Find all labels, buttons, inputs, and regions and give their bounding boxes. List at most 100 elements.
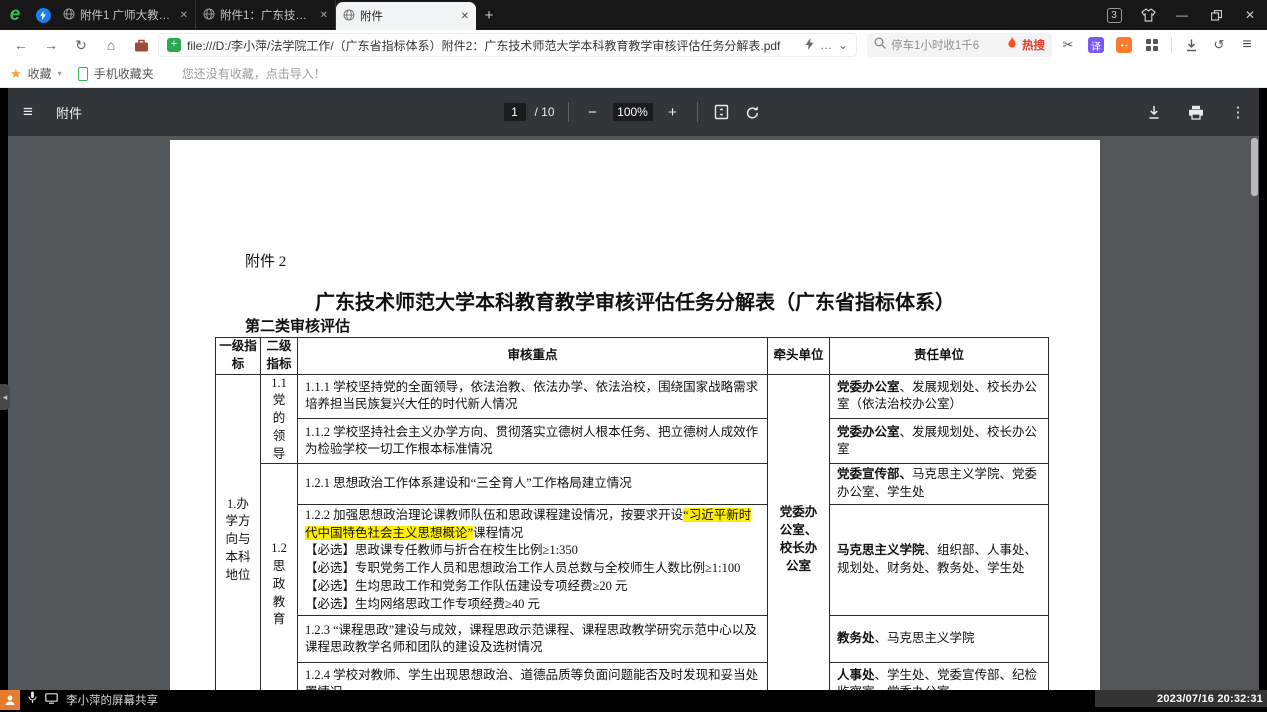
panel-collapse-arrow[interactable]: ◂ bbox=[0, 384, 10, 410]
fit-page-icon[interactable] bbox=[711, 101, 733, 123]
screen: e 附件1 广师大教【2019】168 ✕ 附件1：广东技术师范大学本科 ✕ 附… bbox=[0, 0, 1267, 712]
focus-cell: 1.1.2 学校坚持社会主义办学方向、贯彻落实立德树人根本任务、把立德树人成效作… bbox=[298, 419, 768, 464]
pdf-toolbar-right: ⋮ bbox=[1143, 88, 1267, 136]
right-black-strip bbox=[1259, 88, 1267, 690]
requirement-line: 【必选】专职党务工作人员和思想政治工作人员总数与全校师生人数比例≥1:100 bbox=[305, 560, 760, 578]
browser-logo-icon[interactable]: e bbox=[0, 0, 30, 30]
pdf-print-icon[interactable] bbox=[1185, 101, 1207, 123]
tab-attachment1-table[interactable]: 附件1：广东技术师范大学本科 ✕ bbox=[196, 0, 336, 30]
table-row: 1.2 思政教育 1.2.1 思想政治工作体系建设和“三全育人”工作格局建立情况… bbox=[216, 464, 1049, 505]
download-manager-icon[interactable] bbox=[1179, 33, 1203, 57]
url-field[interactable]: + file:///D:/李小萍/法学院工作/（广东省指标体系）附件2：广东技术… bbox=[158, 33, 857, 57]
home-icon[interactable]: ⌂ bbox=[98, 33, 124, 57]
tab-attachment-active[interactable]: 附件 ✕ bbox=[336, 2, 476, 30]
pdf-sidebar-menu-icon[interactable]: ≡ bbox=[0, 102, 56, 122]
rotate-icon[interactable] bbox=[742, 101, 764, 123]
globe-favicon-icon bbox=[63, 8, 75, 23]
hot-search-label[interactable]: 热搜 bbox=[1022, 37, 1045, 53]
level1-indicator-cell: 1.办学方向与本科地位 bbox=[216, 374, 261, 690]
responsible-cell: 党委宣传部、马克思主义学院、党委办公室、学生处 bbox=[830, 464, 1049, 505]
reload-icon[interactable]: ↻ bbox=[68, 33, 94, 57]
focus-cell: 1.1.1 学校坚持党的全面领导，依法治教、依法办学、依法治校，围绕国家战略需求… bbox=[298, 374, 768, 419]
search-box[interactable]: 停车1小时收1千6 热搜 bbox=[867, 33, 1052, 57]
lead-unit-cell: 党委办公室、校长办公室 bbox=[768, 374, 830, 690]
url-dropdown-icon[interactable]: ⌄ bbox=[838, 38, 848, 52]
audit-task-table: 一级指标 二级指标 审核重点 牵头单位 责任单位 1.办学方向与本科地位 1.1… bbox=[215, 337, 1049, 690]
favorites-star-icon[interactable]: ★ bbox=[10, 66, 22, 82]
responsible-cell: 党委办公室、发展规划处、校长办公室 bbox=[830, 419, 1049, 464]
table-row: 1.2.3 “课程思政”建设与成效，课程思政示范课程、课程思政教学研究示范中心以… bbox=[216, 616, 1049, 663]
lightning-icon[interactable] bbox=[805, 38, 814, 53]
focus-cell: 1.2.1 思想政治工作体系建设和“三全育人”工作格局建立情况 bbox=[298, 464, 768, 505]
apps-grid-icon[interactable] bbox=[1140, 33, 1164, 57]
pdf-page-controls: 1 / 10 − 100% + bbox=[503, 88, 763, 136]
zoom-level-value[interactable]: 100% bbox=[613, 103, 653, 121]
table-row: 1.2.4 学校对教师、学生出现思想政治、道德品质等负面问题能否及时发现和妥当处… bbox=[216, 663, 1049, 690]
restore-button[interactable] bbox=[1199, 0, 1233, 30]
tab-title: 附件1 广师大教【2019】168 bbox=[80, 7, 175, 23]
tab-close-icon[interactable]: ✕ bbox=[180, 10, 188, 21]
scissors-icon[interactable]: ✂ bbox=[1056, 33, 1080, 57]
close-window-button[interactable]: ✕ bbox=[1233, 0, 1267, 30]
mobile-favorites-icon bbox=[78, 67, 88, 81]
microphone-icon bbox=[28, 691, 37, 709]
more-actions-icon[interactable]: … bbox=[820, 38, 832, 52]
bolt-icon bbox=[36, 8, 51, 23]
globe-favicon-icon bbox=[343, 9, 355, 24]
vertical-scrollbar[interactable] bbox=[1251, 138, 1258, 196]
tab-close-icon[interactable]: ✕ bbox=[461, 11, 469, 22]
mobile-favorites-label[interactable]: 手机收藏夹 bbox=[94, 65, 154, 82]
bookmarks-bar: ★ 收藏 ▾ 手机收藏夹 您还没有收藏，点击导入！ bbox=[0, 60, 1267, 88]
requirement-line: 【必选】生均网络思政工作专项经费≥40 元 bbox=[305, 596, 760, 614]
pdf-overflow-menu-icon[interactable]: ⋮ bbox=[1227, 101, 1249, 123]
forward-icon[interactable]: → bbox=[38, 33, 64, 57]
favorites-dropdown-icon[interactable]: ▾ bbox=[58, 69, 62, 78]
toolbar-divider bbox=[1171, 37, 1172, 53]
browser-mode-button[interactable] bbox=[30, 0, 56, 30]
page-total-label: / 10 bbox=[534, 105, 554, 119]
page-number-input[interactable]: 1 bbox=[503, 103, 525, 121]
table-row: 1.1.2 学校坚持社会主义办学方向、贯彻落实立德树人根本任务、把立德树人成效作… bbox=[216, 419, 1049, 464]
responsible-cell: 党委办公室、发展规划处、校长办公室（依法治校办公室） bbox=[830, 374, 1049, 419]
level2-group-cell: 1.1 党的领导 bbox=[261, 374, 298, 464]
pdf-download-icon[interactable] bbox=[1143, 101, 1165, 123]
zoom-out-button[interactable]: − bbox=[582, 101, 604, 123]
translate-icon[interactable]: 译 bbox=[1084, 33, 1108, 57]
search-icon bbox=[874, 36, 886, 54]
tab-title: 附件1：广东技术师范大学本科 bbox=[220, 7, 315, 23]
briefcase-icon[interactable] bbox=[128, 33, 154, 57]
header-focus: 审核重点 bbox=[298, 338, 768, 375]
tab-close-icon[interactable]: ✕ bbox=[320, 10, 328, 21]
requirement-line: 【必选】生均思政工作和党务工作队伍建设专项经费≥20 元 bbox=[305, 578, 760, 596]
focus-cell: 1.2.4 学校对教师、学生出现思想政治、道德品质等负面问题能否及时发现和妥当处… bbox=[298, 663, 768, 690]
responsible-cell: 马克思主义学院、组织部、人事处、规划处、财务处、教务处、学生处 bbox=[830, 504, 1049, 616]
back-icon[interactable]: ← bbox=[8, 33, 34, 57]
address-bar: ← → ↻ ⌂ + file:///D:/李小萍/法学院工作/（广东省指标体系）… bbox=[0, 30, 1267, 60]
pdf-viewport: 附件 2 广东技术师范大学本科教育教学审核评估任务分解表（广东省指标体系） 第二… bbox=[0, 136, 1267, 690]
tab-count-badge[interactable]: 3 bbox=[1097, 0, 1131, 30]
monitor-icon bbox=[45, 691, 58, 709]
tab-attachment1-doc[interactable]: 附件1 广师大教【2019】168 ✕ bbox=[56, 0, 196, 30]
games-icon[interactable] bbox=[1112, 33, 1136, 57]
header-level2: 二级指标 bbox=[261, 338, 298, 375]
minimize-button[interactable]: — bbox=[1165, 0, 1199, 30]
timestamp: 2023/07/16 20:32:31 bbox=[1157, 693, 1263, 705]
url-text[interactable]: file:///D:/李小萍/法学院工作/（广东省指标体系）附件2：广东技术师范… bbox=[187, 37, 799, 54]
toolbar-divider bbox=[697, 102, 698, 122]
undo-icon[interactable]: ↺ bbox=[1207, 33, 1231, 57]
pdf-page: 附件 2 广东技术师范大学本科教育教学审核评估任务分解表（广东省指标体系） 第二… bbox=[170, 140, 1100, 690]
bookmarks-hint[interactable]: 您还没有收藏，点击导入！ bbox=[182, 65, 326, 82]
clock-band: 2023/07/16 20:32:31 bbox=[1095, 690, 1267, 707]
globe-favicon-icon bbox=[203, 8, 215, 23]
new-tab-button[interactable]: + bbox=[476, 0, 502, 30]
theme-skin-icon[interactable] bbox=[1131, 0, 1165, 30]
browser-menu-icon[interactable]: ≡ bbox=[1235, 33, 1259, 57]
favorites-label[interactable]: 收藏 bbox=[28, 65, 52, 82]
responsible-cell: 人事处、学生处、党委宣传部、纪检监察室、党委办公室 bbox=[830, 663, 1049, 690]
search-suggestion[interactable]: 停车1小时收1千6 bbox=[891, 37, 1002, 53]
share-person-icon bbox=[0, 690, 20, 710]
header-lead: 牵头单位 bbox=[768, 338, 830, 375]
document-title: 广东技术师范大学本科教育教学审核评估任务分解表（广东省指标体系） bbox=[170, 286, 1100, 315]
zoom-in-button[interactable]: + bbox=[662, 101, 684, 123]
screen-share-indicator[interactable]: 李小萍的屏幕共享 bbox=[0, 690, 158, 710]
